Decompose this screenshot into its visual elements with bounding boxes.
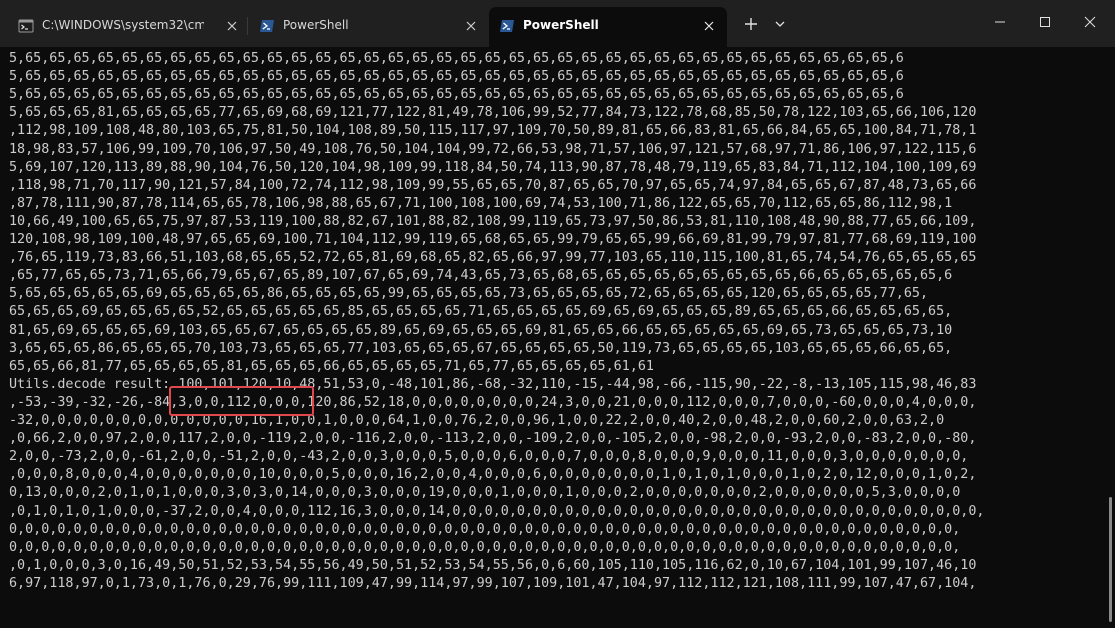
powershell-icon [499,18,515,34]
terminal-line: 5,65,65,65,65,65,65,65,65,65,65,65,65,65… [9,51,904,66]
tab-close-button[interactable] [701,18,717,34]
terminal-line: 5,65,65,65,65,65,65,65,65,65,65,65,65,65… [9,87,904,103]
close-icon [704,21,714,31]
tab-cmd[interactable]: C:\WINDOWS\system32\cmd.e [8,7,246,47]
terminal-line: -32,0,0,0,0,0,0,0,0,0,0,0,0,0,16,1,0,0,1… [9,413,945,428]
close-icon [1084,16,1096,28]
terminal-line: ,0,66,2,0,0,97,2,0,0,117,2,0,0,-119,2,0,… [9,431,977,447]
terminal-line: 2,0,0,-73,2,0,0,-61,2,0,0,-51,2,0,0,-43,… [9,449,969,465]
terminal-line: 10,66,49,100,65,65,75,97,87,53,119,100,8… [9,213,977,229]
terminal-line: 5,65,65,65,81,65,65,65,65,77,65,69,68,69… [9,105,977,121]
terminal-line: 3,65,65,65,86,65,65,65,70,103,73,65,65,6… [9,340,953,356]
powershell-icon [259,18,275,34]
tab-title: PowerShell [283,18,349,32]
maximize-icon [1040,17,1050,27]
terminal-line: 81,65,69,65,65,65,69,103,65,65,67,65,65,… [9,322,953,338]
terminal-line: 65,65,66,81,77,65,65,65,65,81,65,65,65,6… [9,358,654,374]
terminal-line: ,0,1,0,0,0,3,0,16,49,50,51,52,53,54,55,5… [9,557,977,573]
terminal-line: 120,108,98,109,100,48,97,65,65,69,100,71… [9,232,977,247]
minimize-icon [995,21,1005,23]
tab-powershell-2[interactable]: PowerShell [489,7,727,47]
terminal-line: ,-53,-39,-32,-26,-84,3,0,0,112,0,0,0,120… [9,394,977,410]
scrollbar-thumb[interactable] [1109,497,1112,622]
terminal-line: Utils.decode result: 100,101,120,10,48,5… [9,376,977,392]
title-bar: C:\WINDOWS\system32\cmd.e PowerShell [0,0,1115,47]
tab-title: C:\WINDOWS\system32\cmd.e [42,18,204,32]
terminal-line: 65,65,65,69,65,65,65,65,52,65,65,65,65,6… [9,304,953,320]
terminal-line: 18,98,83,57,106,99,109,70,106,97,50,49,1… [9,141,977,157]
terminal-line: 5,65,65,65,65,65,65,65,65,65,65,65,65,65… [9,69,904,85]
terminal-line: ,87,78,111,90,87,78,114,65,65,78,106,98,… [9,195,953,211]
highlight-annotation [169,386,314,416]
maximize-button[interactable] [1022,0,1068,44]
terminal-line: ,65,77,65,65,73,71,65,66,79,65,67,65,89,… [9,268,953,284]
plus-icon [745,18,757,30]
terminal-line: ,112,98,109,108,48,80,103,65,75,81,50,10… [9,123,977,139]
tab-separator [247,17,248,35]
close-icon [227,21,237,31]
close-icon [466,21,476,31]
terminal-line: 0,13,0,0,0,2,0,1,0,1,0,0,0,3,0,3,0,14,0,… [9,485,961,501]
terminal-line: 0,0,0,0,0,0,0,0,0,0,0,0,0,0,0,0,0,0,0,0,… [9,521,961,537]
tab-powershell-1[interactable]: PowerShell [249,7,485,47]
tab-dropdown-button[interactable] [770,13,790,35]
tab-close-button[interactable] [463,18,479,34]
tab-title: PowerShell [523,18,599,32]
terminal-line: ,0,0,0,8,0,0,0,4,0,0,0,0,0,0,0,10,0,0,0,… [9,467,977,483]
minimize-button[interactable] [977,0,1023,44]
terminal-line: 6,97,118,97,0,1,73,0,1,76,0,29,76,99,111… [9,575,977,591]
tab-close-button[interactable] [224,18,240,34]
terminal-line: ,0,1,0,1,0,1,0,0,0,-37,2,0,0,4,0,0,0,112… [9,503,985,519]
close-window-button[interactable] [1067,0,1113,44]
terminal-output[interactable]: 6,97,118,97,0,1,73,0,1,76,0,29,76,99,111… [0,47,1115,628]
terminal-line: 5,69,107,120,113,89,88,90,104,76,50,120,… [9,159,977,175]
new-tab-button[interactable] [738,11,764,37]
cmd-icon [18,18,34,34]
terminal-line: 0,0,0,0,0,0,0,0,0,0,0,0,0,0,0,0,0,0,0,0,… [9,539,961,555]
chevron-down-icon [775,21,785,27]
terminal-line: 5,65,65,65,65,65,69,65,65,65,65,86,65,65… [9,286,929,302]
terminal-line: ,76,65,119,73,83,66,51,103,68,65,65,52,7… [9,250,977,266]
terminal-line: ,118,98,71,70,117,90,121,57,84,100,72,74… [9,177,977,193]
